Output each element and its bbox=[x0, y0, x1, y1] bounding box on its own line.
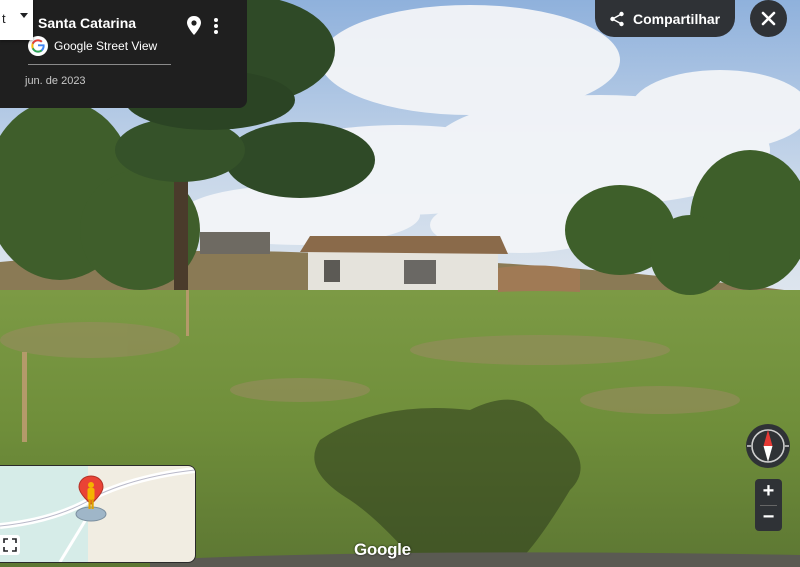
compass-icon bbox=[747, 429, 789, 463]
capture-date: jun. de 2023 bbox=[25, 75, 86, 87]
share-icon bbox=[610, 11, 624, 26]
expand-icon bbox=[3, 538, 17, 552]
zoom-control: + − bbox=[755, 479, 782, 531]
location-title: Santa Catarina bbox=[38, 15, 137, 31]
share-button[interactable]: Compartilhar bbox=[595, 0, 735, 37]
partial-dropdown[interactable]: t bbox=[0, 0, 33, 40]
google-watermark: Google bbox=[354, 540, 411, 559]
dropdown-text: t bbox=[2, 11, 6, 26]
location-pin-icon[interactable] bbox=[184, 14, 204, 38]
compass-button[interactable] bbox=[746, 424, 790, 468]
divider bbox=[28, 64, 171, 65]
close-icon bbox=[761, 11, 776, 26]
close-button[interactable] bbox=[750, 0, 787, 37]
more-vert-icon[interactable] bbox=[208, 14, 224, 38]
expand-map-button[interactable] bbox=[0, 535, 20, 555]
zoom-in-button[interactable]: + bbox=[755, 479, 782, 505]
chevron-down-icon bbox=[20, 13, 28, 18]
house bbox=[300, 236, 508, 290]
street-view-brand-row: Google Street View bbox=[28, 36, 157, 56]
zoom-out-button[interactable]: − bbox=[755, 505, 782, 531]
pegman-icon[interactable] bbox=[74, 474, 108, 522]
share-label: Compartilhar bbox=[633, 10, 721, 27]
street-view-label: Google Street View bbox=[54, 39, 158, 53]
location-info-card: Santa Catarina Google Street View jun. d… bbox=[0, 0, 247, 108]
